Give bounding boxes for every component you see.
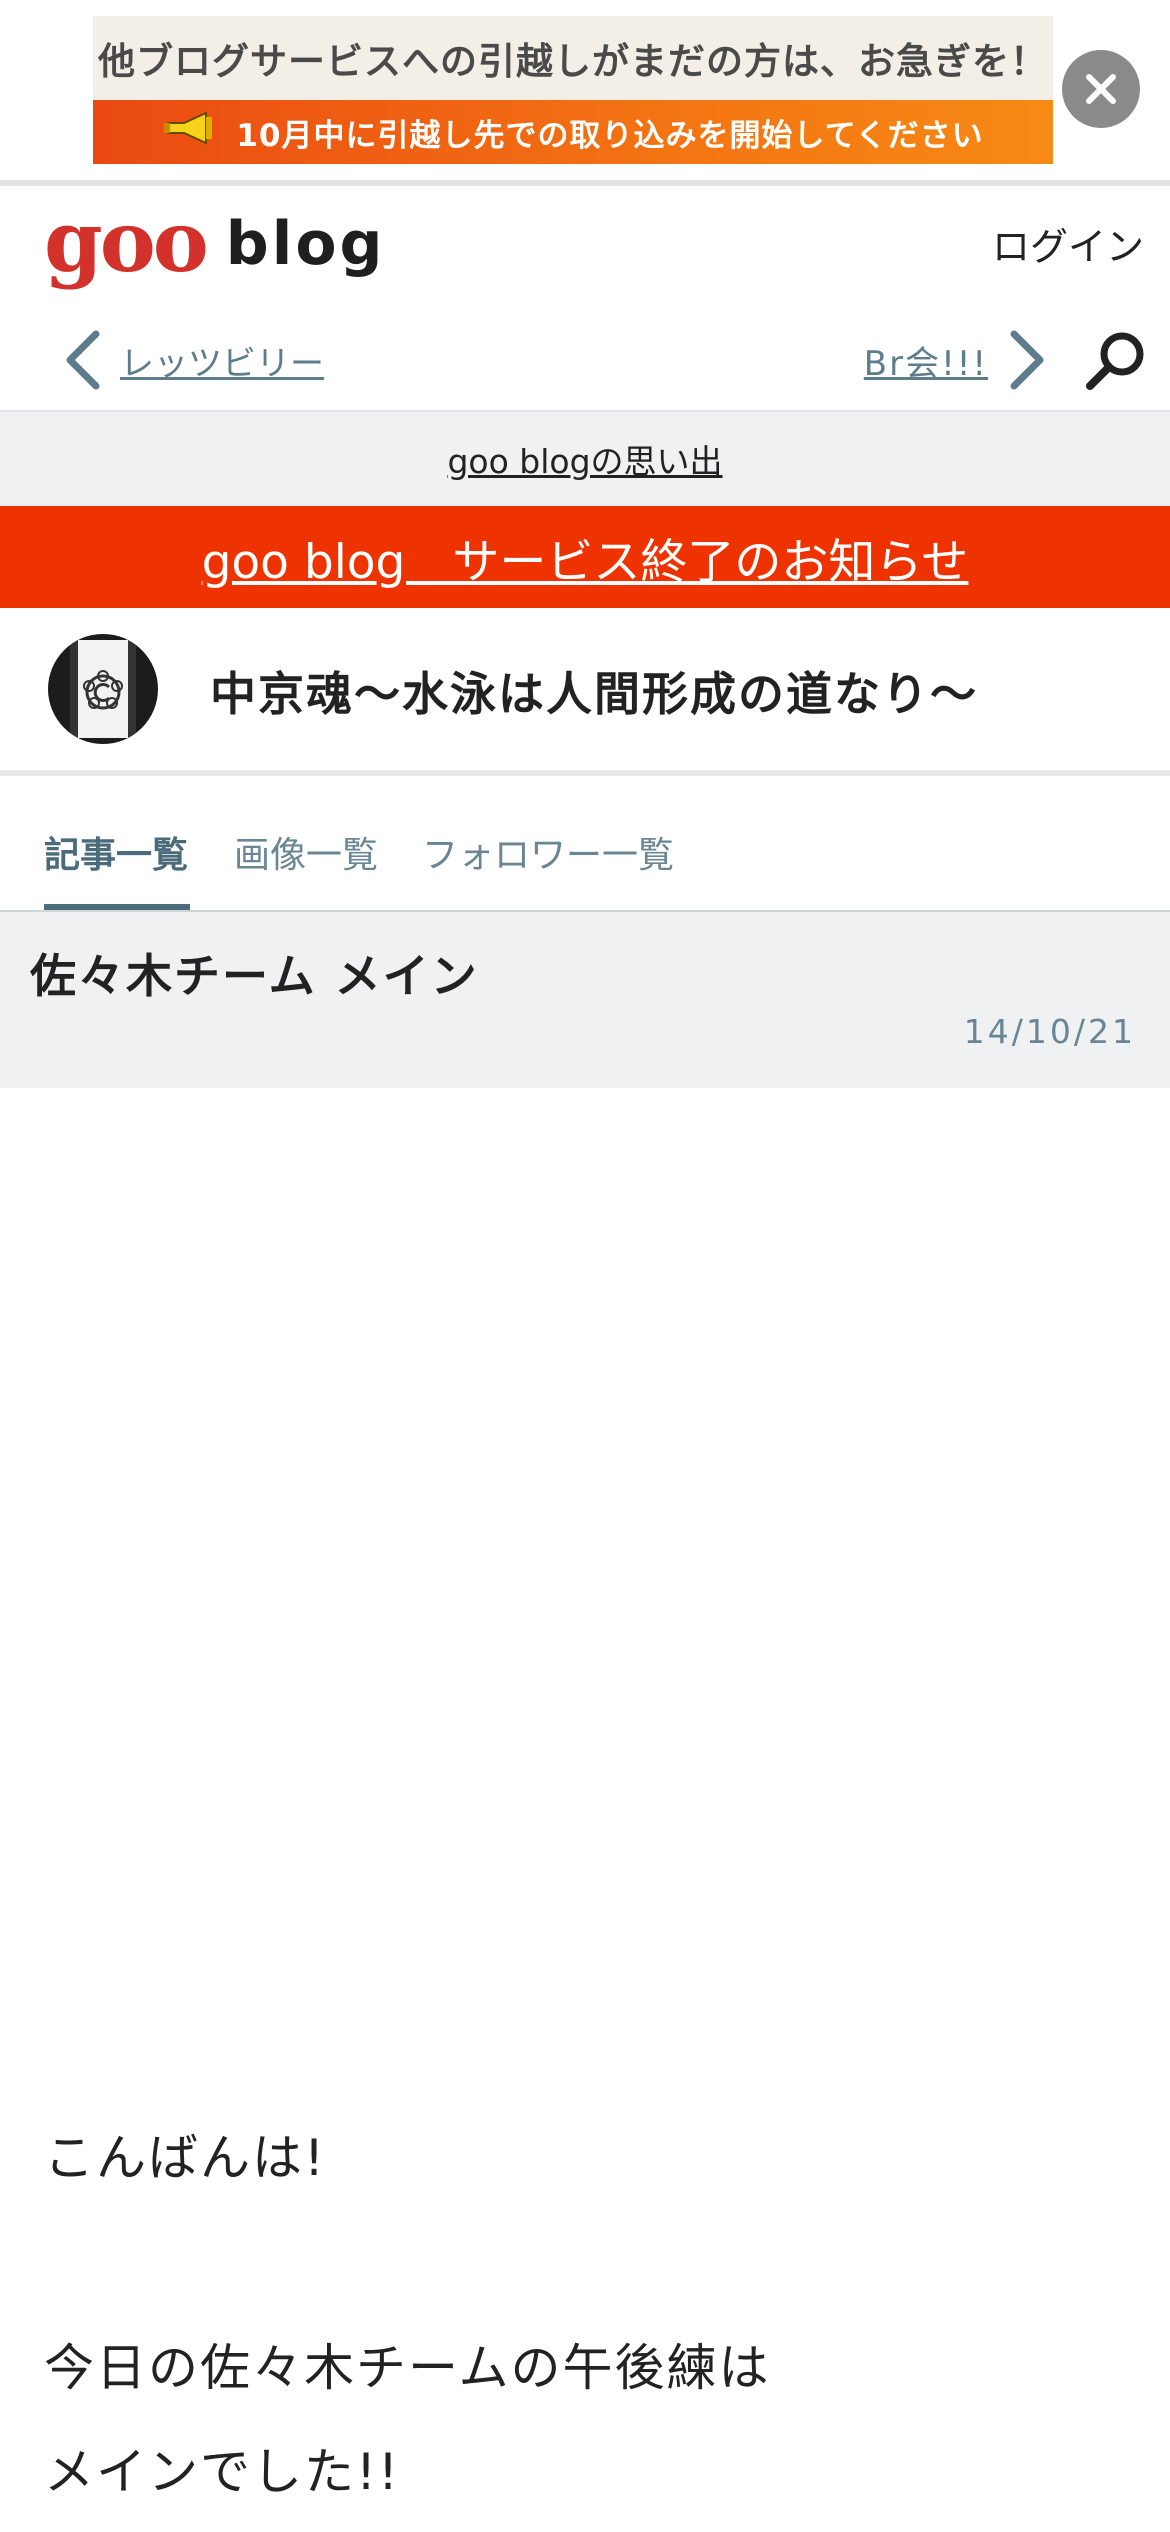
logo-blog: blog [225,209,386,279]
ad-line-1: 他ブログサービスへの引越しがまだの方は、お急ぎを！ [93,16,1053,100]
blog-header: 中京魂～水泳は人間形成の道なり～ [0,608,1170,776]
megaphone-icon [162,111,218,153]
article-body-line: こんばんは! [44,2129,327,2187]
ad-line-2: 10月中に引越し先での取り込みを開始してください [236,117,984,154]
chevron-left-icon [60,328,106,392]
next-article-title: Br会!!! [863,343,988,384]
article-title: 佐々木チーム メイン [30,949,479,1003]
logo-goo: goo [44,192,209,291]
tab-articles[interactable]: 記事一覧 [44,826,188,878]
goo-blog-logo[interactable]: goo blog [44,200,385,284]
close-icon[interactable] [1062,50,1140,128]
article-body-line: メインでした!! [44,2443,401,2501]
prev-article-title: レッツビリー [120,343,324,384]
article-body-line: 今日の佐々木チームの午後練は [44,2339,771,2397]
tab-followers[interactable]: フォロワー一覧 [422,826,674,878]
service-end-notice: goo blog サービス終了のお知らせ [0,506,1170,608]
ad-area: 他ブログサービスへの引越しがまだの方は、お急ぎを！ 10月中に引越し先での取り込… [0,0,1170,180]
memories-bar: goo blogの思い出 [0,410,1170,506]
tab-images[interactable]: 画像一覧 [234,826,378,878]
article-pager: レッツビリー Br会!!! [0,310,1170,410]
blog-title[interactable]: 中京魂～水泳は人間形成の道なり～ [210,658,978,724]
login-link[interactable]: ログイン [992,216,1144,271]
ad-banner[interactable]: 他ブログサービスへの引越しがまだの方は、お急ぎを！ 10月中に引越し先での取り込… [93,16,1053,164]
search-icon[interactable] [1080,326,1150,396]
service-end-link[interactable]: goo blog サービス終了のお知らせ [202,523,969,592]
chevron-right-icon [1004,328,1050,392]
ad-line-2-row: 10月中に引越し先での取り込みを開始してください [93,100,1053,164]
memories-link[interactable]: goo blogの思い出 [447,435,722,483]
next-article-link[interactable]: Br会!!! [864,328,1050,392]
site-header: goo blog ログイン [0,186,1170,310]
avatar[interactable] [48,634,158,744]
blog-tabs: 記事一覧 画像一覧 フォロワー一覧 [0,790,1170,912]
prev-article-link[interactable]: レッツビリー [60,328,324,392]
active-tab-indicator [44,904,190,910]
article-date: 14/10/21 [963,1012,1136,1051]
article-header: 佐々木チーム メイン 14/10/21 [0,912,1170,1088]
avatar-badge [70,640,136,738]
